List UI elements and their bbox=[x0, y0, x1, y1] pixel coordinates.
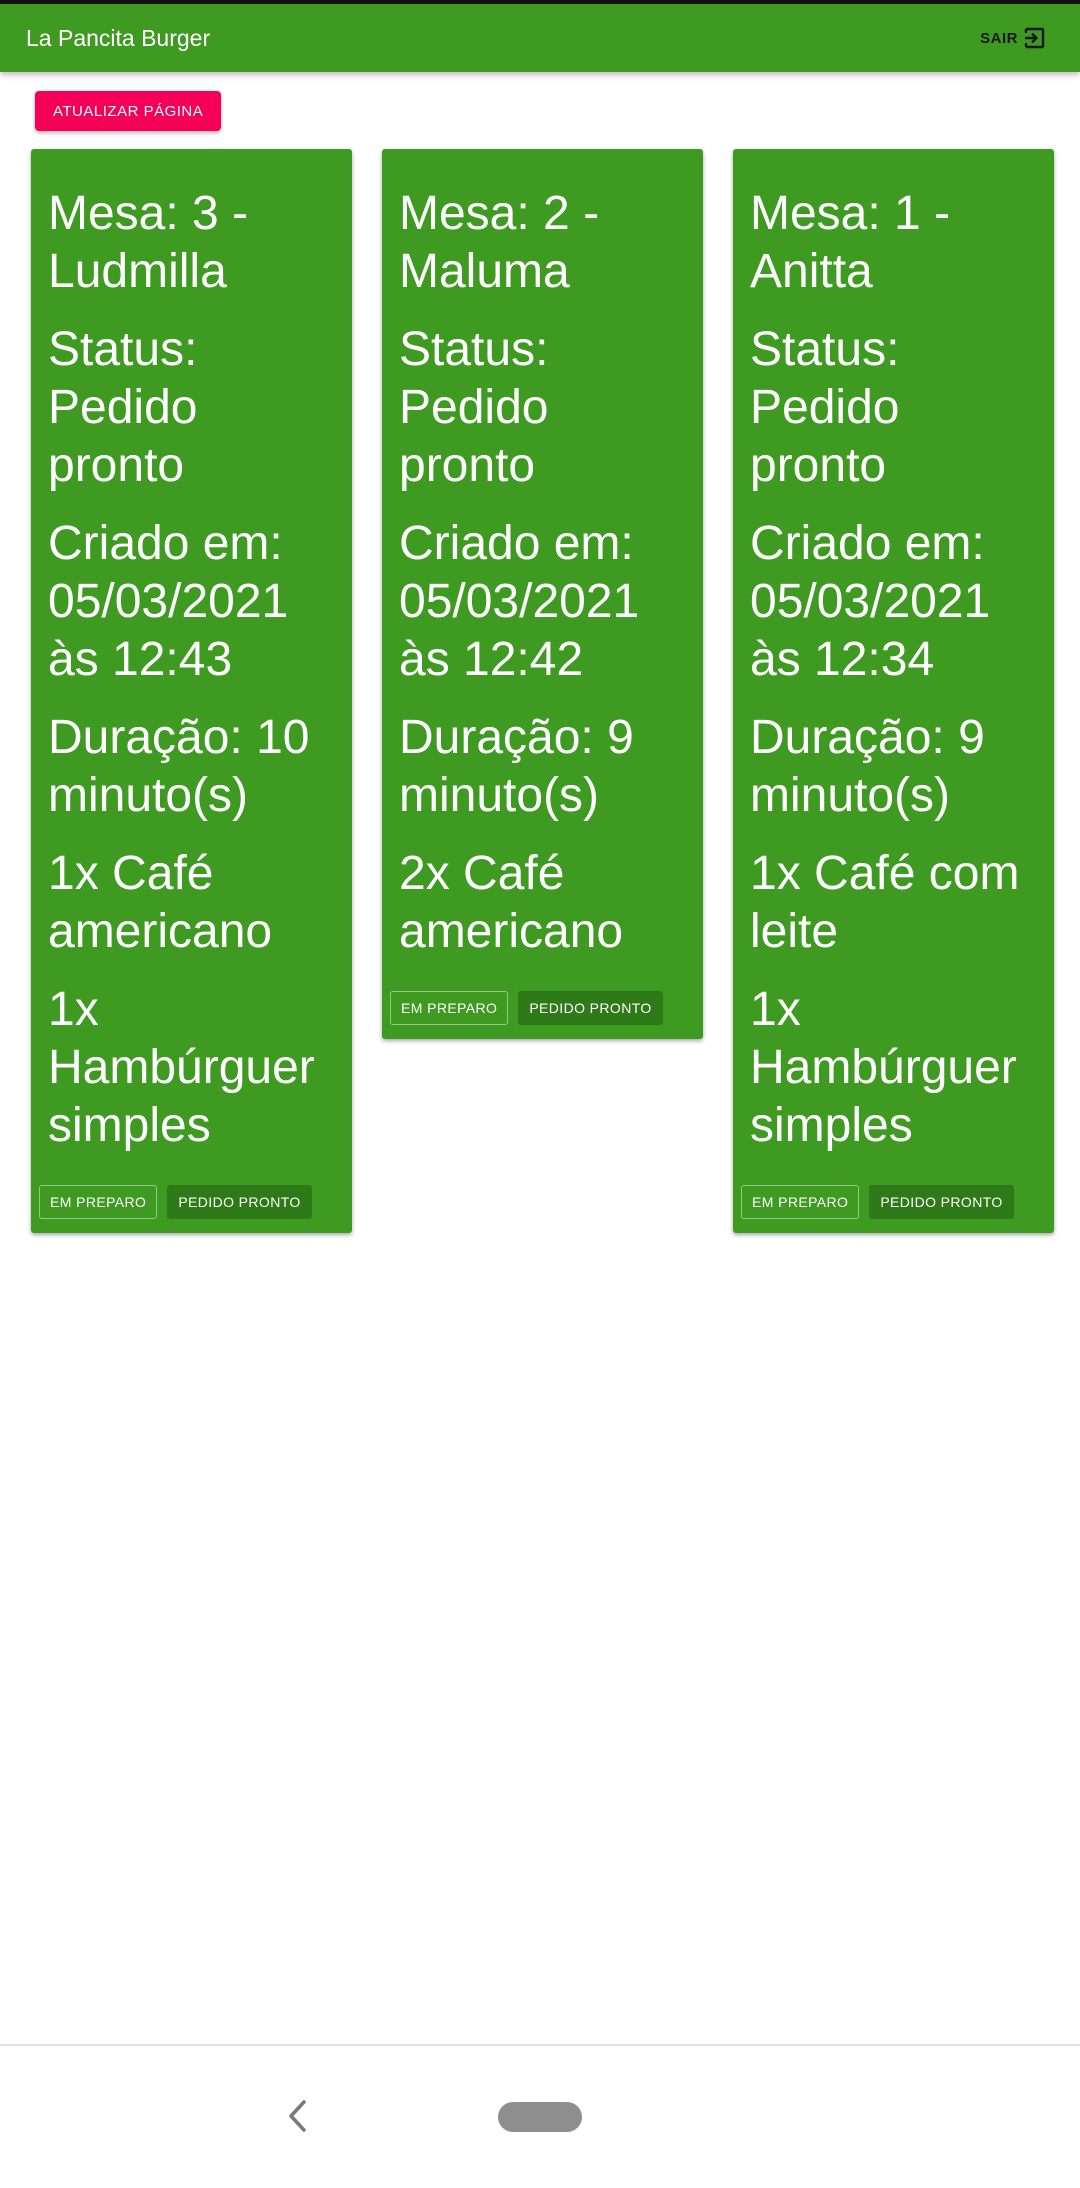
order-status: Status: Pedido pronto bbox=[399, 323, 549, 492]
app-bar: La Pancita Burger SAIR bbox=[0, 4, 1080, 72]
app-title: La Pancita Burger bbox=[26, 24, 211, 51]
order-item: 2x Café americano bbox=[399, 847, 624, 958]
home-pill-icon[interactable] bbox=[498, 2102, 582, 2132]
back-chevron-icon[interactable] bbox=[286, 2098, 308, 2139]
order-duration: Duração: 9 minuto(s) bbox=[750, 711, 985, 822]
order-status: Status: Pedido pronto bbox=[750, 323, 900, 492]
order-table: Mesa: 1 - Anitta bbox=[750, 187, 951, 298]
order-created: Criado em: 05/03/2021 às 12:34 bbox=[750, 517, 991, 686]
order-items: 1x Café com leite 1x Hambúrguer simples bbox=[750, 845, 1040, 1155]
system-navigation-bar bbox=[0, 2044, 1080, 2188]
order-item: 1x Café americano bbox=[48, 847, 273, 958]
order-duration: Duração: 9 minuto(s) bbox=[399, 711, 634, 822]
order-item: 1x Hambúrguer simples bbox=[48, 983, 315, 1152]
pedido-pronto-button[interactable]: PEDIDO PRONTO bbox=[167, 1185, 312, 1219]
logout-button[interactable]: SAIR bbox=[980, 26, 1046, 50]
order-items: 2x Café americano bbox=[399, 845, 689, 961]
order-card: Mesa: 1 - Anitta Status: Pedido pronto C… bbox=[733, 149, 1054, 1233]
em-preparo-button[interactable]: EM PREPARO bbox=[741, 1185, 860, 1219]
order-table: Mesa: 3 - Ludmilla bbox=[48, 187, 249, 298]
order-created: Criado em: 05/03/2021 às 12:43 bbox=[48, 517, 289, 686]
order-actions: EM PREPARO PEDIDO PRONTO bbox=[390, 991, 689, 1025]
order-items: 1x Café americano 1x Hambúrguer simples bbox=[48, 845, 338, 1155]
order-created: Criado em: 05/03/2021 às 12:42 bbox=[399, 517, 640, 686]
order-actions: EM PREPARO PEDIDO PRONTO bbox=[39, 1185, 338, 1219]
exit-icon bbox=[1022, 26, 1046, 50]
order-item: 1x Café com leite bbox=[750, 847, 1020, 958]
order-card: Mesa: 2 - Maluma Status: Pedido pronto C… bbox=[382, 149, 703, 1039]
order-card: Mesa: 3 - Ludmilla Status: Pedido pronto… bbox=[31, 149, 352, 1233]
order-duration: Duração: 10 minuto(s) bbox=[48, 711, 310, 822]
order-actions: EM PREPARO PEDIDO PRONTO bbox=[741, 1185, 1040, 1219]
order-table: Mesa: 2 - Maluma bbox=[399, 187, 600, 298]
logout-label: SAIR bbox=[980, 29, 1018, 47]
order-status: Status: Pedido pronto bbox=[48, 323, 198, 492]
order-item: 1x Hambúrguer simples bbox=[750, 983, 1017, 1152]
em-preparo-button[interactable]: EM PREPARO bbox=[390, 991, 509, 1025]
pedido-pronto-button[interactable]: PEDIDO PRONTO bbox=[869, 1185, 1014, 1219]
pedido-pronto-button[interactable]: PEDIDO PRONTO bbox=[518, 991, 663, 1025]
refresh-page-button[interactable]: ATUALIZAR PÁGINA bbox=[35, 91, 222, 131]
page: La Pancita Burger SAIR ATUALIZAR PÁGINA … bbox=[0, 0, 1080, 2188]
em-preparo-button[interactable]: EM PREPARO bbox=[39, 1185, 158, 1219]
